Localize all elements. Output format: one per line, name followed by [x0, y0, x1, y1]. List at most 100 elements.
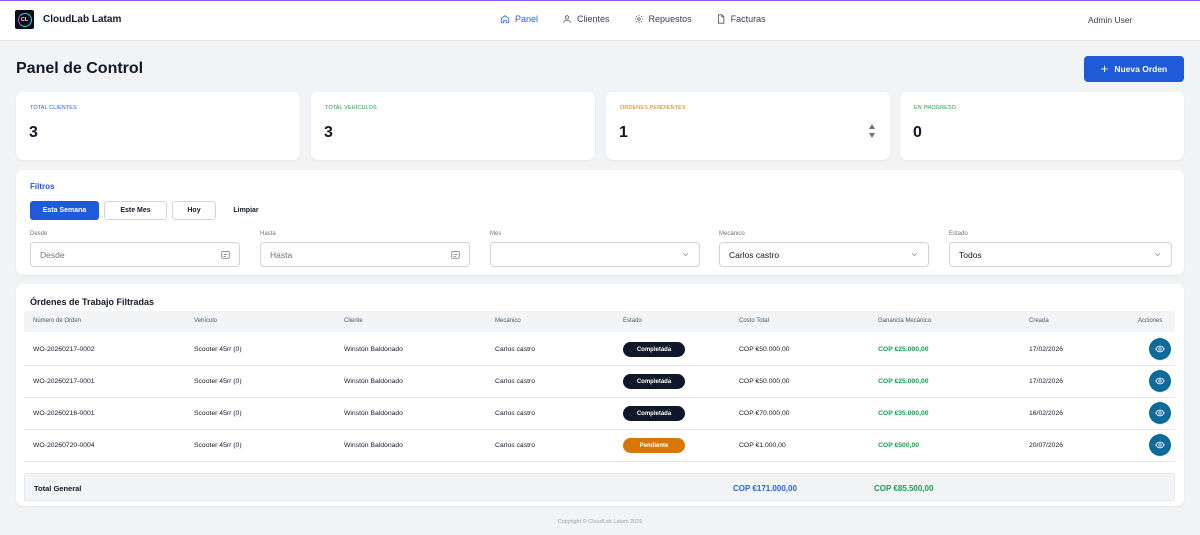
stat-label: TOTAL VEHÍCULOS: [325, 105, 377, 111]
view-order-button[interactable]: [1149, 402, 1171, 424]
status-badge: Completada: [623, 342, 685, 357]
mes-select[interactable]: [490, 242, 700, 267]
gear-icon: [634, 14, 643, 24]
mechanic-cell: Carlos castro: [495, 346, 536, 353]
table-row[interactable]: WO-20260217-0002 Scooter 45rr (0) Winsto…: [24, 334, 1175, 366]
mechanic-cell: Carlos castro: [495, 410, 536, 417]
home-icon: [500, 15, 510, 24]
vehicle-cell: Scooter 45rr (0): [194, 410, 242, 417]
calendar-icon[interactable]: [221, 250, 230, 259]
column-header: Acciones: [1138, 318, 1163, 324]
column-header[interactable]: Costo Total: [739, 318, 769, 324]
today-button[interactable]: Hoy: [172, 201, 216, 220]
order-number: WO-20260217-0002: [33, 346, 95, 353]
column-header[interactable]: Número de Orden: [33, 318, 81, 324]
column-header[interactable]: Estado: [623, 318, 642, 324]
total-cost-value: COP €171.000,00: [733, 484, 797, 493]
stat-value: 1: [619, 124, 628, 141]
column-header[interactable]: Mecánico: [495, 318, 521, 324]
status-badge: Completada: [623, 406, 685, 421]
chevron-down-icon: [1154, 253, 1161, 257]
filters-title: Filtros: [30, 182, 55, 191]
stat-card-vehicles: TOTAL VEHÍCULOS 3: [311, 92, 595, 160]
stat-card-in-progress: EN PROGRESO 0: [900, 92, 1184, 160]
footer-copyright: Copyright © CloudLab Latam 2026: [557, 519, 643, 525]
user-menu[interactable]: Admin User: [1088, 15, 1132, 25]
document-icon: [717, 14, 724, 24]
nav-item-label: Facturas: [730, 14, 766, 24]
column-header[interactable]: Cliente: [344, 318, 363, 324]
column-header[interactable]: Creada: [1029, 318, 1049, 324]
nav-item-panel[interactable]: Panel: [500, 14, 538, 24]
view-order-button[interactable]: [1149, 434, 1171, 456]
scroll-arrows-icon[interactable]: [868, 120, 876, 142]
table-row[interactable]: WO-20260217-0001 Scooter 45rr (0) Winsto…: [24, 366, 1175, 398]
table-row[interactable]: WO-20260216-0001 Scooter 45rr (0) Winsto…: [24, 398, 1175, 430]
logo-mark: CL: [17, 12, 32, 27]
new-order-label: Nueva Orden: [1114, 64, 1168, 74]
view-order-button[interactable]: [1149, 338, 1171, 360]
vehicle-cell: Scooter 45rr (0): [194, 442, 242, 449]
brand-name[interactable]: CloudLab Latam: [43, 14, 121, 25]
main-nav: Panel Clientes Repuestos Facturas: [500, 14, 790, 24]
client-cell: Winston Baldonado: [344, 346, 403, 353]
total-cost-cell: COP €1.000,00: [739, 442, 786, 449]
nav-item-facturas[interactable]: Facturas: [716, 14, 766, 24]
mechanic-profit-cell: COP €25.000,00: [878, 378, 929, 385]
total-cost-cell: COP €50.000,00: [739, 378, 790, 385]
this-month-button[interactable]: Este Mes: [104, 201, 167, 220]
desde-date-input[interactable]: Desde: [30, 242, 240, 267]
client-cell: Winston Baldonado: [344, 378, 403, 385]
nav-item-repuestos[interactable]: Repuestos: [634, 14, 692, 24]
mechanic-profit-cell: COP €25.000,00: [878, 346, 929, 353]
top-navbar: CL CloudLab Latam Panel Clientes Repuest…: [0, 1, 1200, 41]
total-cost-cell: COP €70.000,00: [739, 410, 790, 417]
total-label: Total General: [34, 484, 82, 493]
view-order-button[interactable]: [1149, 370, 1171, 392]
vehicle-cell: Scooter 45rr (0): [194, 346, 242, 353]
desde-placeholder: Desde: [40, 249, 65, 260]
column-header[interactable]: Ganancia Mecánico: [878, 318, 931, 324]
this-week-button[interactable]: Esta Semana: [30, 201, 99, 220]
created-cell: 17/02/2026: [1029, 346, 1064, 353]
stat-label: ÓRDENES PENDIENTES: [620, 105, 686, 111]
clear-button[interactable]: Limpiar: [222, 201, 270, 220]
logo[interactable]: CL: [15, 10, 34, 29]
nav-item-clientes[interactable]: Clientes: [562, 14, 610, 24]
nav-item-label: Clientes: [577, 14, 610, 24]
total-cost-cell: COP €50.000,00: [739, 346, 790, 353]
plus-icon: +: [1100, 61, 1109, 76]
new-order-button[interactable]: + Nueva Orden: [1084, 56, 1184, 82]
eye-icon: [1155, 409, 1165, 417]
chevron-down-icon: [682, 253, 689, 257]
estado-value: Todos: [959, 249, 982, 260]
mes-label: Mes: [490, 231, 502, 237]
column-header[interactable]: Vehículo: [194, 318, 217, 324]
stat-value: 0: [913, 124, 922, 141]
stat-value: 3: [324, 124, 333, 141]
nav-item-label: Repuestos: [648, 14, 692, 24]
client-cell: Winston Baldonado: [344, 442, 403, 449]
desde-label: Desde: [30, 231, 48, 237]
estado-label: Estado: [949, 231, 968, 237]
stat-card-clients: TOTAL CLIENTES 3: [16, 92, 300, 160]
hasta-date-input[interactable]: Hasta: [260, 242, 470, 267]
status-badge: Completada: [623, 374, 685, 389]
stat-card-pending: ÓRDENES PENDIENTES 1: [606, 92, 890, 160]
status-badge: Pendiente: [623, 438, 685, 453]
mecanico-select[interactable]: Carlos castro: [719, 242, 929, 267]
estado-select[interactable]: Todos: [949, 242, 1172, 267]
mechanic-cell: Carlos castro: [495, 378, 536, 385]
stat-label: EN PROGRESO: [914, 105, 957, 111]
eye-icon: [1155, 345, 1165, 353]
page-title: Panel de Control: [16, 60, 144, 77]
hasta-label: Hasta: [260, 231, 276, 237]
created-cell: 17/02/2026: [1029, 378, 1064, 385]
client-cell: Winston Baldonado: [344, 410, 403, 417]
table-row[interactable]: WO-20260720-0004 Scooter 45rr (0) Winsto…: [24, 430, 1175, 462]
calendar-icon[interactable]: [451, 250, 460, 259]
order-number: WO-20260217-0001: [33, 378, 95, 385]
nav-item-label: Panel: [515, 14, 539, 24]
hasta-placeholder: Hasta: [270, 249, 293, 260]
mechanic-cell: Carlos castro: [495, 442, 536, 449]
